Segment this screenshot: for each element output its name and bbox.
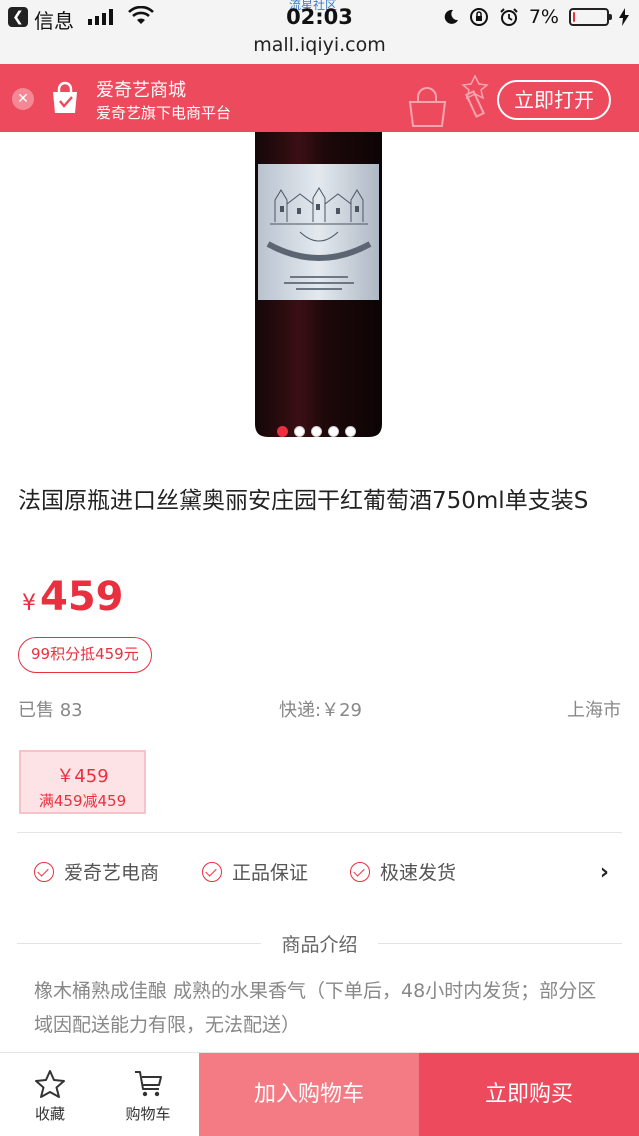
shopping-cart-icon <box>135 1071 162 1097</box>
rotation-lock-icon <box>469 8 488 26</box>
coupon-amount: ￥459 <box>56 766 109 787</box>
url-bar[interactable]: mall.iqiyi.com <box>0 34 639 56</box>
currency-symbol: ¥ <box>22 591 36 616</box>
guarantee-label: 正品保证 <box>232 862 309 884</box>
wine-bottle-image <box>255 132 382 437</box>
favorite-label: 收藏 <box>34 1105 65 1123</box>
carousel-dot[interactable] <box>294 426 305 437</box>
buy-now-button[interactable]: 立即购买 <box>419 1053 639 1136</box>
points-offer-badge: 99积分抵459元 <box>18 637 152 673</box>
shopping-bag-icon <box>53 81 77 113</box>
banner-title: 爱奇艺商城 <box>96 80 186 101</box>
moon-icon <box>444 9 458 24</box>
price-value: 459 <box>40 574 124 620</box>
carousel-dot[interactable] <box>277 426 288 437</box>
bottom-action-bar: 收藏 购物车 加入购物车 立即购买 <box>0 1052 639 1136</box>
product-image-carousel[interactable] <box>0 132 639 442</box>
shipping-fee: 快递:￥29 <box>279 700 362 721</box>
guarantee-label: 极速发货 <box>380 862 457 884</box>
chevron-right-icon[interactable]: › <box>600 860 609 885</box>
carousel-dot[interactable] <box>328 426 339 437</box>
battery-percent: 7% <box>528 6 559 28</box>
alarm-icon <box>500 8 518 26</box>
guarantee-label: 爱奇艺电商 <box>64 862 160 884</box>
divider <box>17 832 622 833</box>
divider-line <box>378 943 622 944</box>
carousel-dot[interactable] <box>311 426 322 437</box>
coupon-card[interactable]: ￥459 满459减459 <box>19 750 146 814</box>
guarantee-item: 极速发货 <box>350 858 456 885</box>
check-circle-icon <box>202 861 222 882</box>
product-description: 橡木桶熟成佳酿 成熟的水果香气（下单后，48小时内发货；部分区域因配送能力有限，… <box>34 980 597 1036</box>
cart-button[interactable]: 购物车 <box>113 1069 183 1124</box>
carousel-dot[interactable] <box>345 426 356 437</box>
coupon-condition: 满459减459 <box>38 792 127 810</box>
cart-label: 购物车 <box>125 1105 171 1123</box>
sold-count: 已售 83 <box>18 700 83 721</box>
guarantee-item: 爱奇艺电商 <box>34 858 159 885</box>
service-guarantees[interactable]: 爱奇艺电商 正品保证 极速发货 › <box>34 858 609 888</box>
open-app-button[interactable]: 立即打开 <box>497 80 611 120</box>
add-to-cart-button[interactable]: 加入购物车 <box>199 1053 419 1136</box>
check-circle-icon <box>34 861 54 882</box>
close-icon[interactable]: ✕ <box>12 88 34 110</box>
star-icon <box>35 1070 65 1098</box>
battery-icon <box>569 8 612 26</box>
ship-from-location: 上海市 <box>567 700 621 721</box>
banner-subtitle: 爱奇艺旗下电商平台 <box>96 104 232 122</box>
decorative-shopping-icon <box>408 74 489 127</box>
carousel-dots <box>277 426 356 437</box>
product-title: 法国原瓶进口丝黛奥丽安庄园干红葡萄酒750ml单支装S <box>18 488 589 514</box>
favorite-button[interactable]: 收藏 <box>15 1069 85 1124</box>
app-download-banner: ✕ 爱奇艺商城 爱奇艺旗下电商平台 立即打开 <box>0 64 639 132</box>
guarantee-item: 正品保证 <box>202 858 308 885</box>
check-circle-icon <box>350 861 370 882</box>
charging-icon <box>619 8 629 26</box>
product-price: ¥ 459 <box>22 574 124 620</box>
status-bar: ❮ 信息 流星社区 02:03 mall.iqiyi.com 7% <box>0 0 639 64</box>
